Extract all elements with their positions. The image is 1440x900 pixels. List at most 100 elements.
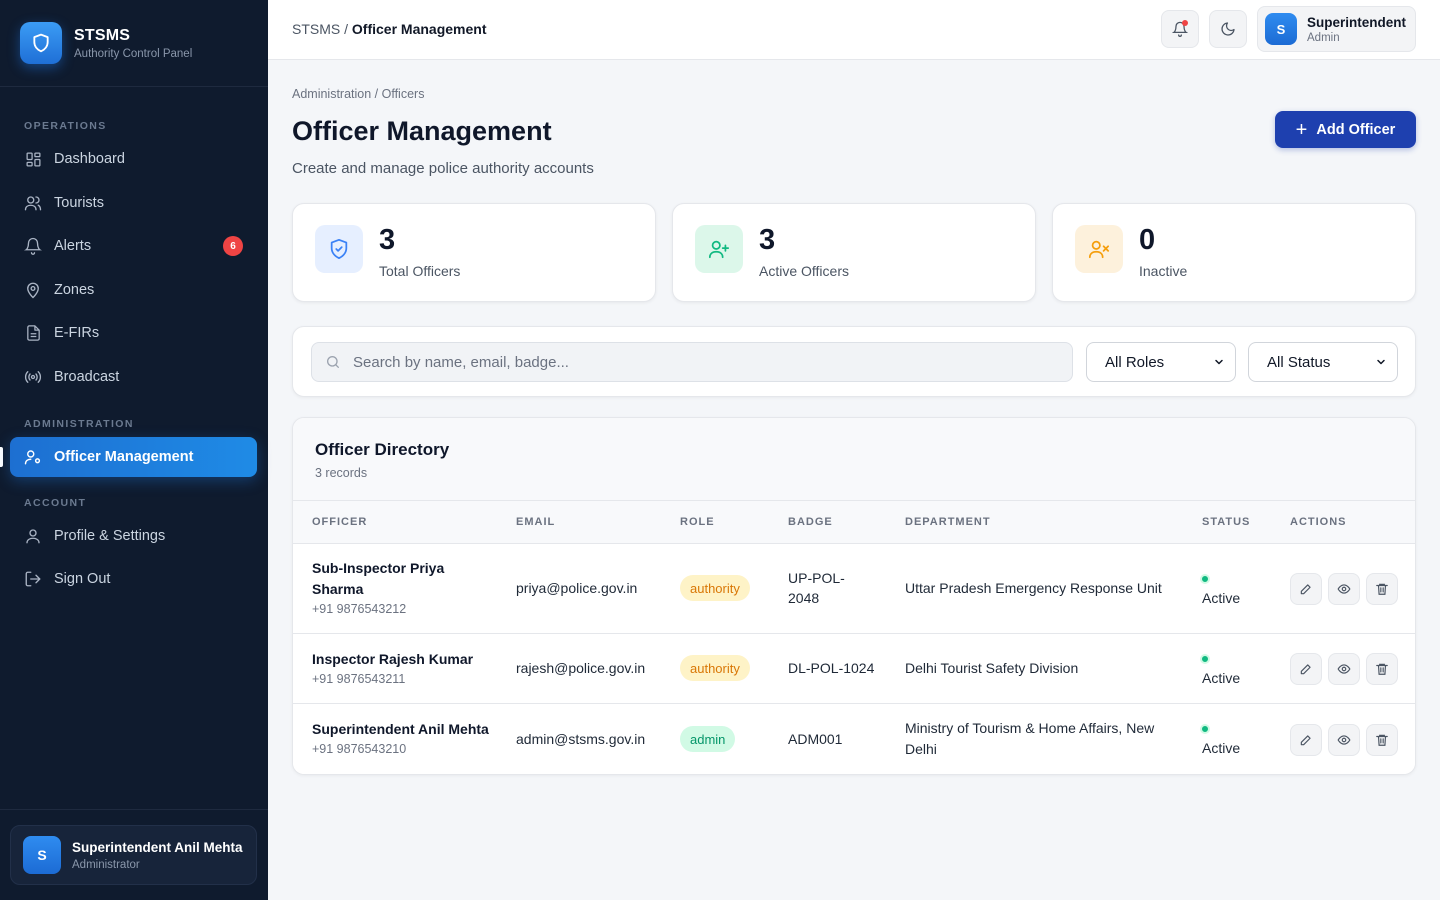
pencil-icon xyxy=(1299,733,1313,747)
eye-icon xyxy=(1337,582,1351,596)
sidebar-item-label: Officer Management xyxy=(54,449,194,465)
topbar: STSMS / Officer Management S Superintend… xyxy=(268,0,1440,60)
sidebar-item-zones[interactable]: Zones xyxy=(10,270,257,310)
sidebar-item-alerts[interactable]: Alerts 6 xyxy=(10,226,257,266)
section-label-account: ACCOUNT xyxy=(24,497,87,509)
sidebar-item-profile-settings[interactable]: Profile & Settings xyxy=(10,516,257,556)
edit-button[interactable] xyxy=(1290,724,1322,756)
bell-icon xyxy=(24,237,42,255)
notification-dot xyxy=(1182,20,1188,26)
trash-icon xyxy=(1375,662,1389,676)
table-row[interactable]: Inspector Rajesh Kumar +91 9876543211 ra… xyxy=(293,634,1415,704)
officer-phone: +91 9876543210 xyxy=(312,742,407,756)
broadcast-icon xyxy=(24,368,42,386)
user-icon xyxy=(24,527,42,545)
stat-label: Active Officers xyxy=(759,263,849,279)
sidebar-item-label: Broadcast xyxy=(54,369,120,385)
role-badge: authority xyxy=(680,575,750,601)
avatar: S xyxy=(1265,13,1297,45)
column-header-role: ROLE xyxy=(680,516,715,528)
add-officer-button[interactable]: + Add Officer xyxy=(1275,111,1416,148)
page-breadcrumb: Administration / Officers xyxy=(292,87,425,101)
plus-icon: + xyxy=(1295,118,1308,141)
officer-name: Superintendent Anil Mehta xyxy=(312,721,489,737)
role-filter-value: All Roles xyxy=(1105,353,1165,371)
search-input[interactable] xyxy=(353,353,1033,371)
edit-button[interactable] xyxy=(1290,653,1322,685)
sidebar-item-label: E-FIRs xyxy=(54,325,100,341)
view-button[interactable] xyxy=(1328,573,1360,605)
officer-email: priya@police.gov.in xyxy=(516,580,638,596)
status-text: Active xyxy=(1202,590,1241,606)
officer-badge: UP-POL- 2048 xyxy=(788,570,845,606)
sidebar-item-tourists[interactable]: Tourists xyxy=(10,183,257,223)
users-icon xyxy=(24,194,42,212)
profile-menu-button[interactable]: S Superintendent Admin xyxy=(1257,6,1416,52)
sidebar-item-sign-out[interactable]: Sign Out xyxy=(10,559,257,599)
brand-subtitle: Authority Control Panel xyxy=(74,47,193,60)
status-filter-value: All Status xyxy=(1267,353,1331,371)
chevron-down-icon xyxy=(1213,356,1225,368)
delete-button[interactable] xyxy=(1366,573,1398,605)
delete-button[interactable] xyxy=(1366,724,1398,756)
sidebar-user-card[interactable]: S Superintendent Anil Mehta Administrato… xyxy=(10,825,257,885)
role-badge: admin xyxy=(680,726,736,752)
sidebar-item-efirs[interactable]: E-FIRs xyxy=(10,313,257,353)
column-header-actions: ACTIONS xyxy=(1290,516,1347,528)
breadcrumb-root[interactable]: STSMS / xyxy=(292,21,348,37)
pencil-icon xyxy=(1299,662,1313,676)
avatar: S xyxy=(23,836,61,874)
stat-card-total: 3 Total Officers xyxy=(292,203,656,302)
breadcrumb: STSMS / Officer Management xyxy=(292,21,487,37)
sidebar-item-label: Zones xyxy=(54,282,95,298)
user-cog-icon xyxy=(24,448,42,466)
role-filter-select[interactable]: All Roles xyxy=(1086,342,1236,382)
officer-cell: Superintendent Anil Mehta +91 9876543210 xyxy=(312,719,489,756)
search-field[interactable] xyxy=(311,342,1073,382)
sidebar-item-label: Tourists xyxy=(54,195,104,211)
map-pin-icon xyxy=(24,281,42,299)
sidebar-item-broadcast[interactable]: Broadcast xyxy=(10,357,257,397)
eye-icon xyxy=(1337,733,1351,747)
user-role: Administrator xyxy=(72,858,140,871)
column-header-email: EMAIL xyxy=(516,516,556,528)
profile-role: Admin xyxy=(1307,31,1340,44)
view-button[interactable] xyxy=(1328,653,1360,685)
sidebar-item-officer-management[interactable]: Officer Management xyxy=(10,437,257,477)
brand-header: STSMS Authority Control Panel xyxy=(0,0,268,87)
pencil-icon xyxy=(1299,582,1313,596)
status-filter-select[interactable]: All Status xyxy=(1248,342,1398,382)
officer-department: Ministry of Tourism & Home Affairs, New D… xyxy=(905,720,1155,757)
sidebar-item-label: Sign Out xyxy=(54,571,111,587)
status-dot xyxy=(1200,654,1210,664)
table-row[interactable]: Superintendent Anil Mehta +91 9876543210… xyxy=(293,704,1415,774)
sidebar: STSMS Authority Control Panel OPERATIONS… xyxy=(0,0,268,900)
table-row[interactable]: Sub-Inspector Priya Sharma +91 9876543212… xyxy=(293,544,1415,634)
add-officer-label: Add Officer xyxy=(1316,121,1396,138)
breadcrumb-current: Officer Management xyxy=(351,21,487,37)
moon-icon xyxy=(1220,21,1236,37)
brand-name: STSMS xyxy=(74,26,131,44)
delete-button[interactable] xyxy=(1366,653,1398,685)
sidebar-item-label: Dashboard xyxy=(54,151,125,167)
theme-toggle-button[interactable] xyxy=(1209,10,1247,48)
status-dot xyxy=(1200,574,1210,584)
view-button[interactable] xyxy=(1328,724,1360,756)
dashboard-icon xyxy=(24,150,42,168)
edit-button[interactable] xyxy=(1290,573,1322,605)
officer-cell: Inspector Rajesh Kumar +91 9876543211 xyxy=(312,649,473,686)
user-x-icon xyxy=(1075,225,1123,273)
shield-check-icon xyxy=(315,225,363,273)
sidebar-item-dashboard[interactable]: Dashboard xyxy=(10,139,257,179)
alerts-count-badge: 6 xyxy=(223,236,243,256)
stat-value: 3 xyxy=(379,224,396,256)
stat-label: Total Officers xyxy=(379,263,461,279)
stat-value: 3 xyxy=(759,224,776,256)
directory-title: Officer Directory xyxy=(315,440,450,459)
column-header-badge: BADGE xyxy=(788,516,833,528)
officer-cell: Sub-Inspector Priya Sharma +91 9876543212 xyxy=(312,558,444,616)
search-icon xyxy=(325,354,341,370)
notifications-button[interactable] xyxy=(1161,10,1199,48)
role-badge: authority xyxy=(680,655,750,681)
sidebar-item-label: Alerts xyxy=(54,238,92,254)
